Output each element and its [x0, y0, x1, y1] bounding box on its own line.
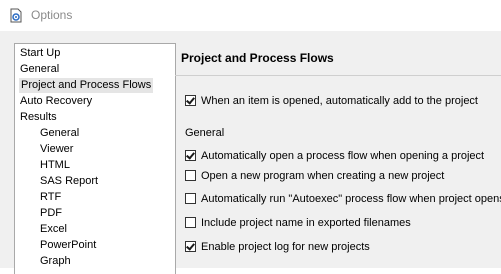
options-dialog: Start Up General Project and Process Flows…: [0, 31, 501, 274]
nav-item-project-and-process-flows[interactable]: Project and Process Flows: [19, 78, 154, 93]
general-option-row[interactable]: Open a new program when creating a new p…: [185, 168, 444, 183]
nav-item-auto-recovery[interactable]: Auto Recovery: [20, 94, 92, 109]
nav-item-pdf-sub[interactable]: PDF: [40, 206, 62, 221]
general-option-checkbox[interactable]: [185, 241, 196, 252]
title-bar: Options: [0, 0, 501, 31]
general-option-row[interactable]: Enable project log for new projects: [185, 239, 370, 254]
general-group-label: General: [185, 127, 225, 139]
general-option-row[interactable]: Include project name in exported filenam…: [185, 215, 411, 230]
auto-add-label: When an item is opened, automatically ad…: [201, 94, 478, 107]
general-option-checkbox[interactable]: [185, 150, 196, 161]
general-option-checkbox[interactable]: [185, 193, 196, 204]
nav-item-powerpoint-sub[interactable]: PowerPoint: [40, 238, 96, 253]
nav-item-general-sub[interactable]: General: [40, 126, 79, 141]
panel-title: Project and Process Flows: [181, 51, 334, 65]
nav-item-sas-report-sub[interactable]: SAS Report: [40, 174, 98, 189]
nav-item-start-up[interactable]: Start Up: [20, 46, 60, 61]
auto-add-checkbox[interactable]: [185, 95, 196, 106]
nav-item-rtf-sub[interactable]: RTF: [40, 190, 61, 205]
general-option-label: Enable project log for new projects: [201, 240, 370, 253]
general-option-label: Open a new program when creating a new p…: [201, 169, 445, 182]
general-option-row[interactable]: Automatically open a process flow when o…: [185, 148, 484, 163]
general-option-label: Automatically open a process flow when o…: [201, 149, 485, 162]
options-category-tree[interactable]: Start Up General Project and Process Flows…: [14, 43, 176, 274]
general-option-label: Include project name in exported filenam…: [201, 216, 411, 229]
panel-divider: [175, 75, 501, 76]
nav-item-html-sub[interactable]: HTML: [40, 158, 70, 173]
options-app-icon: [10, 8, 22, 23]
general-option-checkbox[interactable]: [185, 217, 196, 228]
window-title: Options: [31, 8, 73, 22]
nav-item-viewer-sub[interactable]: Viewer: [40, 142, 73, 157]
nav-item-excel-sub[interactable]: Excel: [40, 222, 67, 237]
general-option-row[interactable]: Automatically run "Autoexec" process flo…: [185, 191, 501, 206]
nav-item-graph-sub[interactable]: Graph: [40, 254, 71, 269]
nav-item-results[interactable]: Results: [20, 110, 57, 125]
general-option-label: Automatically run "Autoexec" process flo…: [201, 192, 501, 205]
nav-item-general[interactable]: General: [20, 62, 59, 77]
general-option-checkbox[interactable]: [185, 170, 196, 181]
auto-add-checkbox-row[interactable]: When an item is opened, automatically ad…: [185, 93, 478, 108]
